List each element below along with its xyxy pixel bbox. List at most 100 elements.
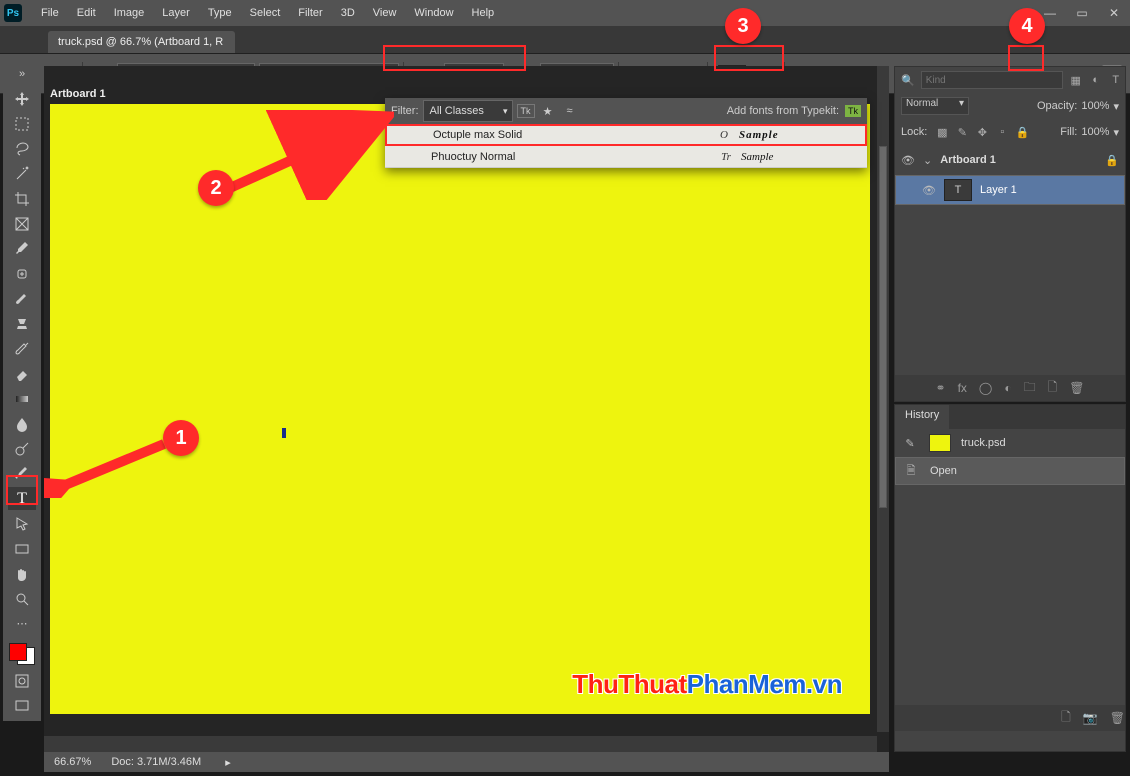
filter-type-icon[interactable]: T <box>1109 74 1123 87</box>
link-layers-icon[interactable]: ⚭ <box>936 381 946 395</box>
menu-help[interactable]: Help <box>463 7 504 19</box>
edit-toolbar-icon[interactable]: ⋯ <box>8 612 36 635</box>
layer-mask-icon[interactable]: ◯ <box>979 381 992 395</box>
create-document-icon[interactable]: 🗋 <box>1061 708 1071 729</box>
new-snapshot-icon[interactable]: 📷 <box>1083 711 1098 725</box>
lock-position-icon[interactable]: ✥ <box>975 126 989 139</box>
type-tool-icon[interactable]: T <box>8 487 36 510</box>
visibility-icon[interactable]: 👁 <box>922 184 936 197</box>
frame-tool-icon[interactable] <box>8 212 36 235</box>
menu-edit[interactable]: Edit <box>68 7 105 19</box>
menu-view[interactable]: View <box>364 7 406 19</box>
font-filter-select[interactable]: All Classes▾ <box>423 100 513 122</box>
move-tool-icon[interactable] <box>8 87 36 110</box>
window-close-icon[interactable]: ✕ <box>1098 6 1130 20</box>
opacity-value[interactable]: 100% <box>1081 100 1109 112</box>
filter-adjust-icon[interactable]: ◐ <box>1089 74 1103 87</box>
lock-icon[interactable]: 🔒 <box>1105 154 1119 167</box>
adjustment-layer-icon[interactable]: ◐ <box>1004 381 1011 395</box>
app-logo: Ps <box>4 4 22 22</box>
menu-layer[interactable]: Layer <box>153 7 199 19</box>
lasso-tool-icon[interactable] <box>8 137 36 160</box>
font-item-phuoctuy[interactable]: Phuoctuy Normal Tr Sample <box>385 146 867 168</box>
canvas-area: Artboard 1 ThuThuatPhanMem.vn <box>44 66 889 752</box>
layer-artboard[interactable]: 👁 ⌄ Artboard 1 🔒 <box>895 145 1125 175</box>
foreground-background-colors[interactable] <box>7 641 37 667</box>
blur-tool-icon[interactable] <box>8 412 36 435</box>
window-maximize-icon[interactable]: ▭ <box>1066 6 1098 20</box>
menu-file[interactable]: File <box>32 7 68 19</box>
status-bar: 66.67% Doc: 3.71M/3.46M ▸ <box>44 752 889 772</box>
lock-pixels-icon[interactable]: ✎ <box>955 126 969 139</box>
delete-state-icon[interactable]: 🗑 <box>1110 711 1125 725</box>
chevron-down-icon[interactable]: ⌄ <box>923 154 932 167</box>
expand-tools-icon[interactable]: » <box>8 62 36 85</box>
lock-transparency-icon[interactable]: ▩ <box>935 126 949 139</box>
menu-filter[interactable]: Filter <box>289 7 331 19</box>
zoom-tool-icon[interactable] <box>8 587 36 610</box>
layer-kind-filter[interactable] <box>921 71 1063 89</box>
healing-brush-tool-icon[interactable] <box>8 262 36 285</box>
vertical-scrollbar[interactable] <box>877 66 889 732</box>
typekit-badge[interactable]: Tk <box>845 105 861 117</box>
fill-label: Fill: <box>1060 126 1077 138</box>
path-selection-tool-icon[interactable] <box>8 512 36 535</box>
font-item-octuple[interactable]: Octuple max Solid O Sample <box>385 124 867 146</box>
layer-thumbnail: T <box>944 179 972 201</box>
crop-tool-icon[interactable] <box>8 187 36 210</box>
layer-fx-icon[interactable]: fx <box>958 381 967 395</box>
menu-window[interactable]: Window <box>405 7 462 19</box>
history-snapshot[interactable]: ✎ truck.psd <box>895 429 1125 457</box>
zoom-level[interactable]: 66.67% <box>54 756 91 768</box>
lock-artboard-icon[interactable]: ▫ <box>995 126 1009 139</box>
pen-tool-icon[interactable] <box>8 462 36 485</box>
horizontal-scrollbar[interactable] <box>44 736 877 752</box>
visibility-icon[interactable]: 👁 <box>901 154 915 167</box>
dodge-tool-icon[interactable] <box>8 437 36 460</box>
blend-mode-select[interactable]: Normal▾ <box>901 97 969 115</box>
doc-size[interactable]: Doc: 3.71M/3.46M <box>111 756 201 768</box>
similar-filter-icon[interactable]: ≈ <box>561 105 579 117</box>
eraser-tool-icon[interactable] <box>8 362 36 385</box>
history-brush-tool-icon[interactable] <box>8 337 36 360</box>
gradient-tool-icon[interactable] <box>8 387 36 410</box>
history-tab[interactable]: History <box>895 405 949 429</box>
annotation-arrow-2 <box>224 110 394 200</box>
history-step-open[interactable]: 🗎 Open <box>895 457 1125 485</box>
annotation-badge-3: 3 <box>725 8 761 44</box>
artboard-name[interactable]: Artboard 1 <box>50 88 106 100</box>
foreground-color-swatch[interactable] <box>9 643 27 661</box>
menu-image[interactable]: Image <box>105 7 154 19</box>
layer-text[interactable]: 👁 T Layer 1 <box>895 175 1125 205</box>
history-panel: History ✎ truck.psd 🗎 Open 🗋 📷 🗑 <box>894 404 1126 752</box>
filter-pixel-icon[interactable]: ▦ <box>1069 74 1083 87</box>
brush-tool-icon[interactable] <box>8 287 36 310</box>
delete-layer-icon[interactable]: 🗑 <box>1069 381 1084 395</box>
layers-panel: 🔍 ▦ ◐ T ▭ ◆ Normal▾ Opacity: 100%▾ Lock:… <box>894 66 1126 402</box>
search-icon[interactable]: 🔍 <box>901 74 915 87</box>
fill-value[interactable]: 100% <box>1081 126 1109 138</box>
artboard-canvas[interactable]: ThuThuatPhanMem.vn <box>50 104 870 714</box>
marquee-tool-icon[interactable] <box>8 112 36 135</box>
menu-bar: Ps File Edit Image Layer Type Select Fil… <box>0 0 1130 26</box>
rectangle-tool-icon[interactable] <box>8 537 36 560</box>
new-layer-icon[interactable]: 🗋 <box>1048 378 1058 399</box>
favorite-filter-icon[interactable]: ★ <box>539 105 557 118</box>
menu-select[interactable]: Select <box>241 7 290 19</box>
hand-tool-icon[interactable] <box>8 562 36 585</box>
text-cursor <box>282 428 286 438</box>
lock-label: Lock: <box>901 126 927 138</box>
quick-mask-icon[interactable] <box>8 669 36 692</box>
document-tab[interactable]: truck.psd @ 66.7% (Artboard 1, R <box>48 31 235 53</box>
eyedropper-tool-icon[interactable] <box>8 237 36 260</box>
annotation-badge-4: 4 <box>1009 8 1045 44</box>
screen-mode-icon[interactable] <box>8 694 36 717</box>
magic-wand-tool-icon[interactable] <box>8 162 36 185</box>
typekit-toggle-icon[interactable]: Tk <box>517 104 535 118</box>
history-thumbnail <box>929 434 951 452</box>
menu-3d[interactable]: 3D <box>332 7 364 19</box>
menu-type[interactable]: Type <box>199 7 241 19</box>
lock-all-icon[interactable]: 🔒 <box>1015 126 1029 139</box>
group-icon[interactable]: 🗀 <box>1024 378 1036 399</box>
clone-stamp-tool-icon[interactable] <box>8 312 36 335</box>
